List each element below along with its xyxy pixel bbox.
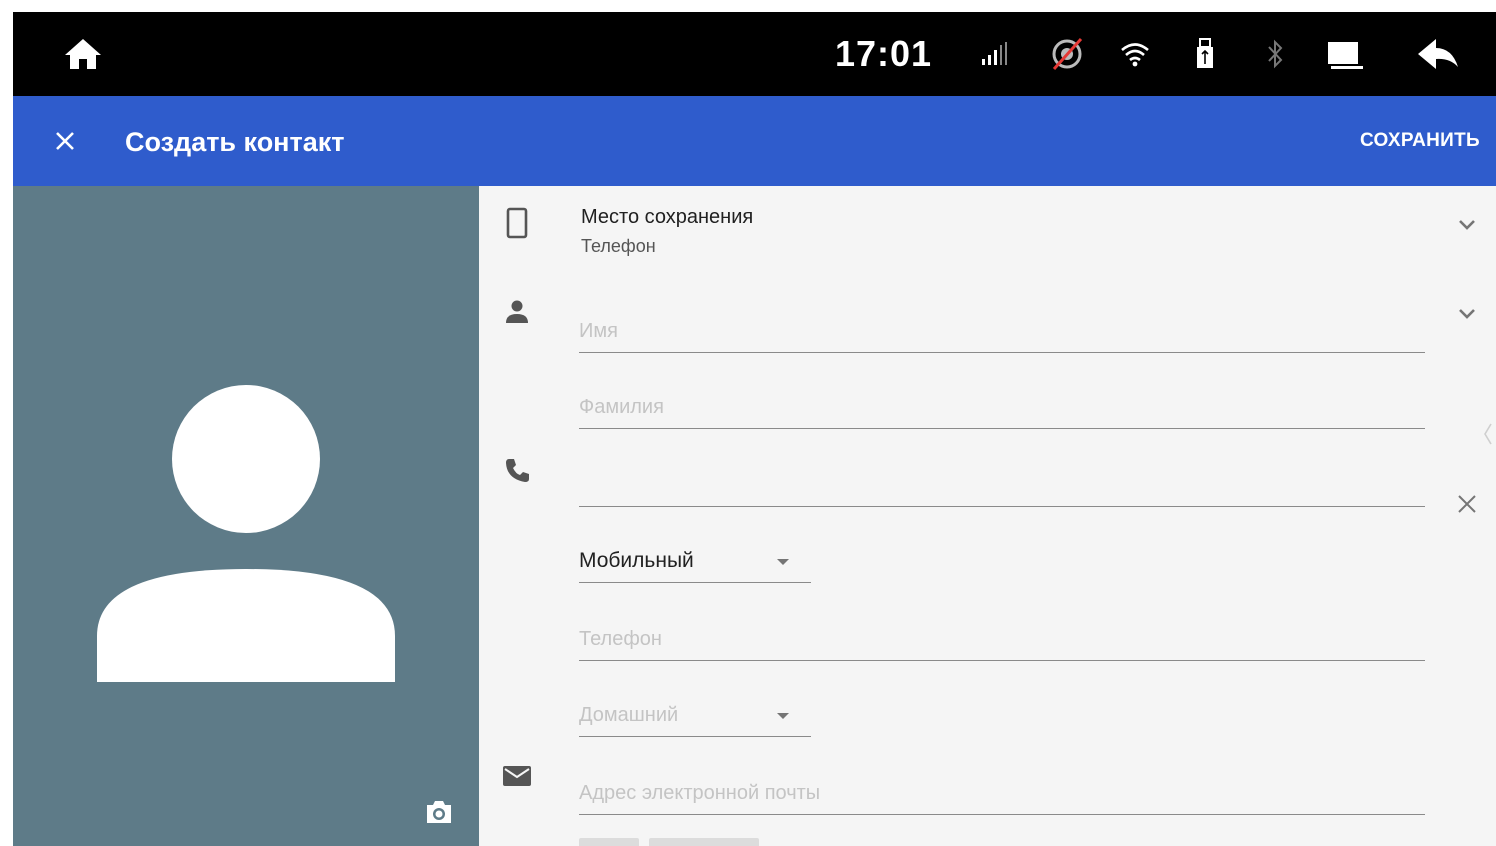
- phone-icon: [497, 450, 537, 490]
- status-bar: 17:01: [13, 12, 1496, 96]
- chevron-down-icon[interactable]: [1453, 211, 1481, 239]
- camera-icon: [427, 801, 451, 823]
- storage-selector[interactable]: Место сохранения Телефон: [579, 202, 1479, 262]
- dropdown-arrow-icon: [777, 713, 789, 719]
- device-screen: 17:01 Создать контакт СОХРАНИТЬ Место со…: [13, 12, 1496, 846]
- status-time: 17:01: [835, 33, 933, 74]
- storage-label: Место сохранения: [581, 206, 754, 228]
- page-title: Создать контакт: [125, 127, 345, 157]
- first-name-field[interactable]: Имя: [579, 312, 1425, 353]
- wifi-icon: [1119, 12, 1151, 96]
- phone-device-icon: [497, 203, 537, 243]
- back-icon[interactable]: [1415, 12, 1461, 96]
- last-name-placeholder: Фамилия: [579, 396, 664, 418]
- phone2-type-value: Домашний: [579, 704, 679, 726]
- home-icon[interactable]: [61, 12, 105, 96]
- storage-value: Телефон: [581, 236, 656, 256]
- gps-off-icon: [1047, 12, 1087, 96]
- app-bar: Создать контакт СОХРАНИТЬ: [13, 96, 1496, 186]
- phone-type-value: Мобильный: [579, 549, 694, 572]
- close-button[interactable]: [41, 116, 89, 166]
- last-name-field[interactable]: Фамилия: [579, 388, 1425, 429]
- save-button[interactable]: СОХРАНИТЬ: [1360, 96, 1480, 186]
- camera-button[interactable]: [419, 794, 459, 830]
- phone2-type-dropdown[interactable]: Домашний: [579, 696, 811, 737]
- phone2-placeholder: Телефон: [579, 628, 662, 650]
- usb-icon: [1193, 12, 1217, 96]
- dropdown-arrow-icon: [777, 559, 789, 565]
- email-icon: [497, 756, 537, 796]
- phone-type-dropdown[interactable]: Мобильный: [579, 542, 811, 583]
- bluetooth-icon: [1263, 12, 1287, 96]
- avatar-placeholder-icon: [97, 385, 395, 682]
- signal-icon: [979, 12, 1011, 96]
- expand-name-icon[interactable]: [1453, 300, 1481, 328]
- first-name-placeholder: Имя: [579, 320, 618, 342]
- edge-handle-icon[interactable]: [1483, 422, 1493, 446]
- email-field[interactable]: Адрес электронной почты: [579, 774, 1425, 815]
- next-field-partial[interactable]: [579, 834, 879, 846]
- screen-icon[interactable]: [1325, 12, 1365, 96]
- close-icon: [56, 132, 74, 150]
- phone-number-field[interactable]: [579, 466, 1425, 507]
- contact-form: Место сохранения Телефон Имя Фамилия Моб…: [479, 186, 1496, 846]
- email-placeholder: Адрес электронной почты: [579, 782, 821, 804]
- phone2-field[interactable]: Телефон: [579, 620, 1425, 661]
- remove-phone-icon[interactable]: [1453, 490, 1481, 518]
- contact-photo-panel[interactable]: [13, 186, 479, 846]
- person-icon: [497, 292, 537, 332]
